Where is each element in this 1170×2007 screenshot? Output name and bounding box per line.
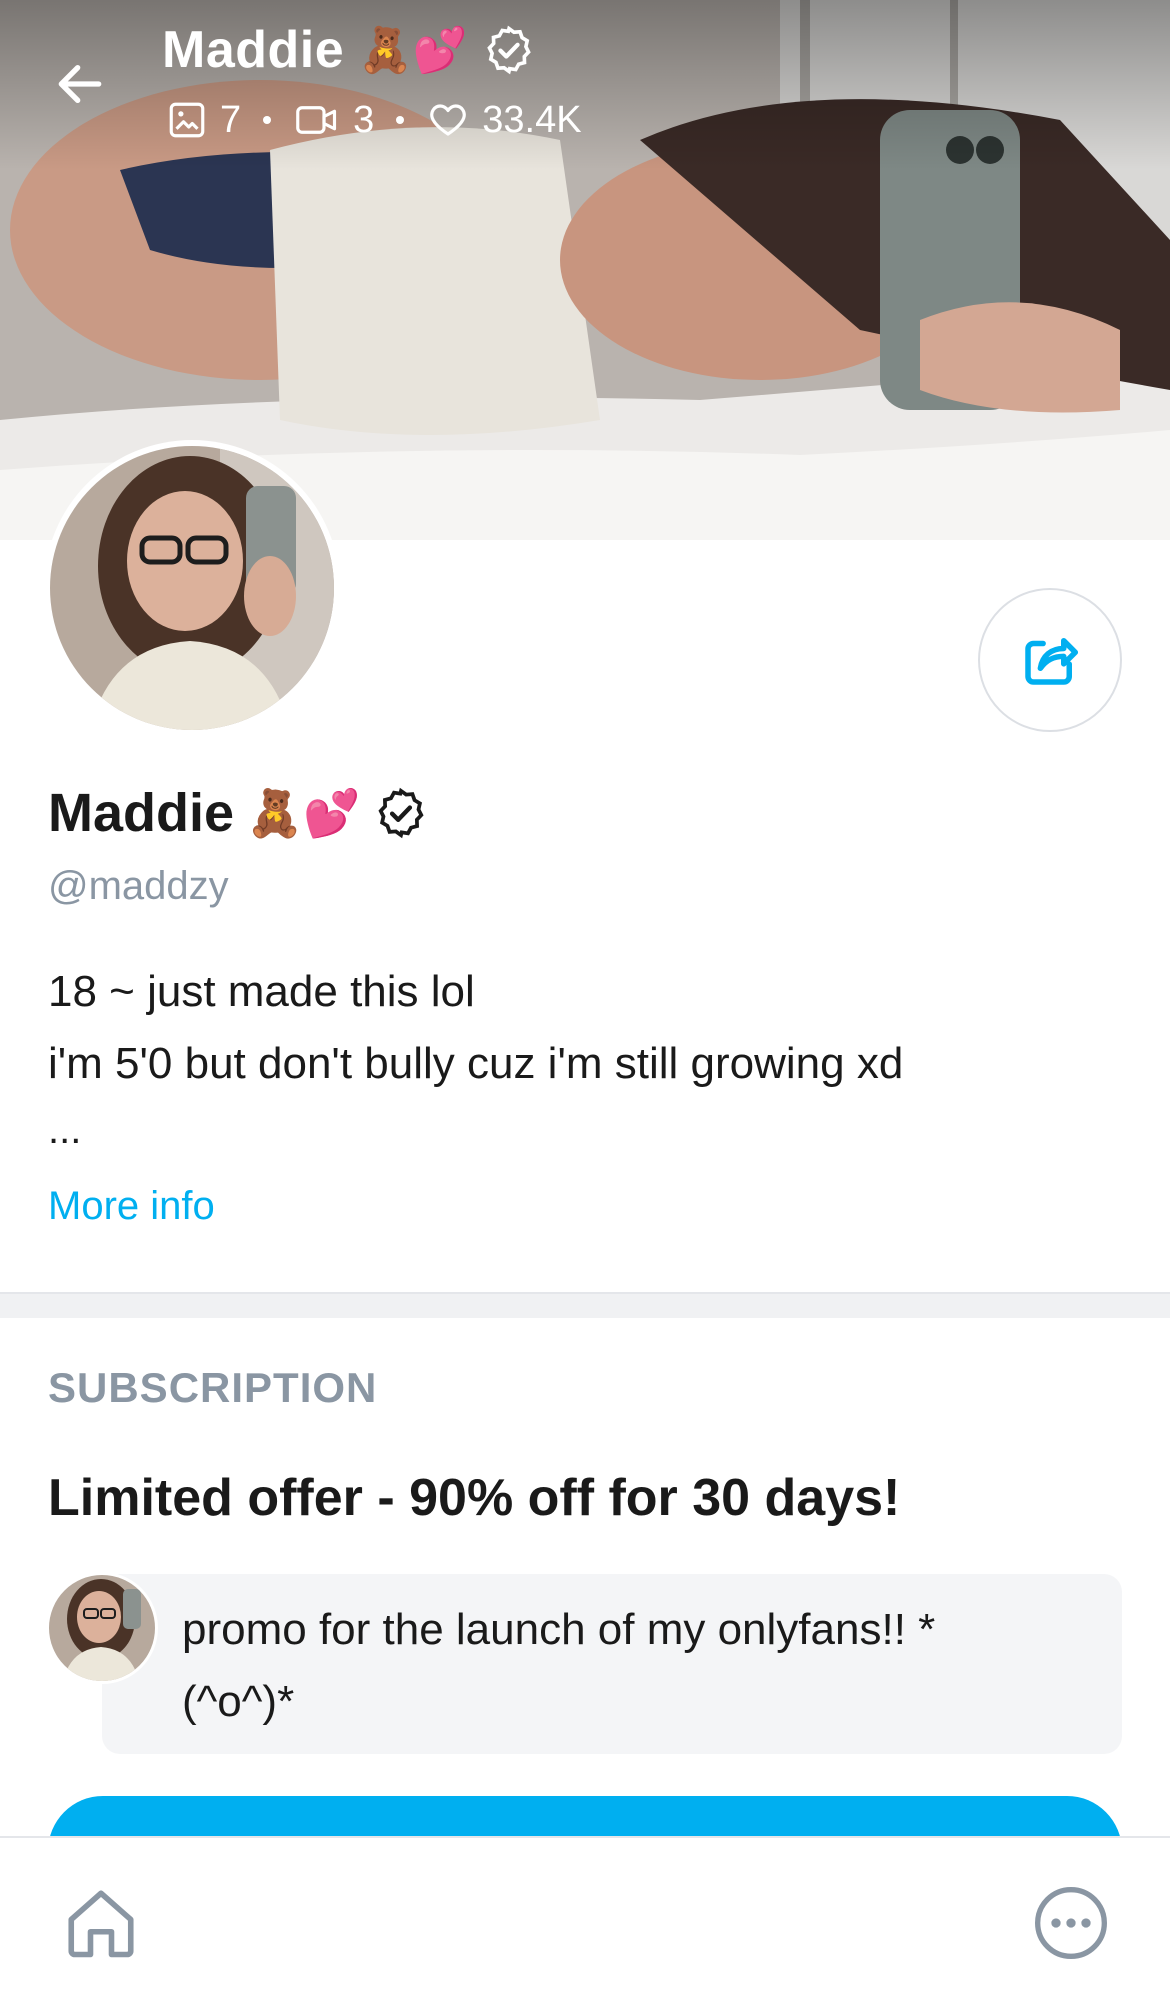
profile-bio: 18 ~ just made this lol i'm 5'0 but don'… xyxy=(48,956,1128,1160)
bottom-navigation xyxy=(0,1836,1170,2007)
subscription-heading: SUBSCRIPTION xyxy=(48,1364,378,1411)
promo-message: promo for the launch of my onlyfans!! * … xyxy=(102,1574,1122,1754)
bio-line: i'm 5'0 but don't bully cuz i'm still gr… xyxy=(48,1039,904,1088)
arrow-left-icon xyxy=(58,64,102,104)
promo-line: promo for the launch of my onlyfans!! * xyxy=(182,1605,936,1654)
avatar-image xyxy=(50,446,334,730)
verified-badge-icon xyxy=(378,787,424,839)
header-stats: 7 3 33.4K xyxy=(166,94,582,146)
nav-home-button[interactable] xyxy=(56,1878,146,1968)
profile-name: Maddie xyxy=(48,783,235,843)
profile-handle: @maddzy xyxy=(48,864,229,908)
heart-icon xyxy=(430,104,467,136)
bio-line: 18 ~ just made this lol xyxy=(48,967,475,1016)
back-button[interactable] xyxy=(48,52,112,116)
bio-ellipsis: ... xyxy=(48,1108,82,1152)
videos-count: 3 xyxy=(353,98,375,141)
image-icon xyxy=(169,102,205,138)
photos-stat: 7 xyxy=(166,99,241,142)
header-name: Maddie xyxy=(162,21,345,79)
nav-more-button[interactable] xyxy=(1026,1878,1116,1968)
avatar[interactable] xyxy=(44,440,340,736)
share-button[interactable] xyxy=(978,588,1122,732)
photos-count: 7 xyxy=(220,98,242,141)
more-options-icon xyxy=(1035,1887,1107,1959)
share-icon xyxy=(1025,638,1079,685)
promo-avatar xyxy=(46,1572,158,1684)
more-info-link[interactable]: More info xyxy=(48,1184,215,1229)
likes-stat: 33.4K xyxy=(426,98,582,142)
offer-title: Limited offer - 90% off for 30 days! xyxy=(48,1469,901,1527)
section-divider xyxy=(0,1292,1170,1318)
name-emojis: 🧸💕 xyxy=(358,26,468,75)
profile-name-row: Maddie 🧸💕 xyxy=(48,778,429,848)
videos-stat: 3 xyxy=(293,99,374,142)
video-icon xyxy=(296,106,337,134)
separator-dot xyxy=(396,116,405,124)
home-icon xyxy=(68,1890,134,1958)
avatar-photo xyxy=(49,1575,155,1681)
promo-line: (^o^)* xyxy=(182,1677,295,1726)
header-title: Maddie 🧸💕 xyxy=(162,18,536,82)
avatar-photo xyxy=(50,446,334,730)
name-emojis: 🧸💕 xyxy=(246,786,361,839)
likes-count: 33.4K xyxy=(482,98,582,141)
separator-dot xyxy=(263,116,272,124)
verified-badge-icon xyxy=(486,25,531,75)
promo-text: promo for the launch of my onlyfans!! * … xyxy=(182,1594,1082,1738)
